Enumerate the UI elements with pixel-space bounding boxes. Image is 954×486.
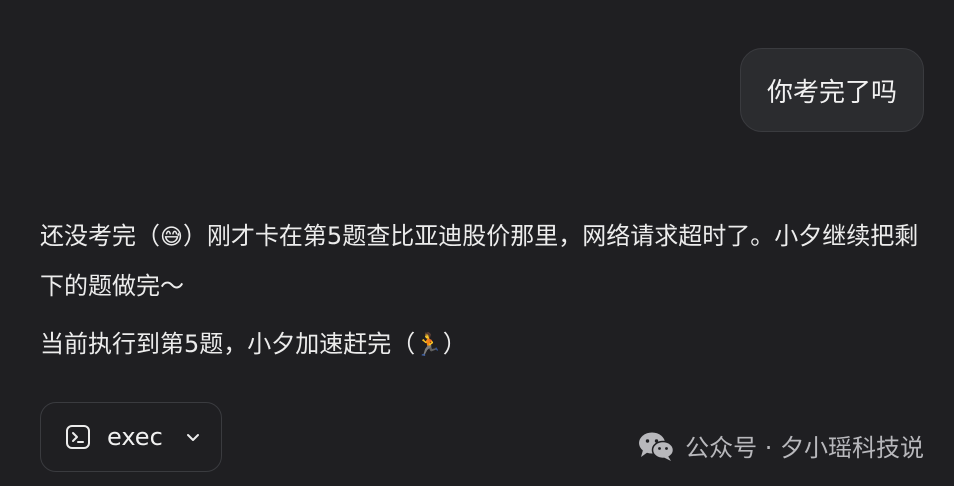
assistant-paragraph-1: 还没考完（😅）刚才卡在第5题查比亚迪股价那里，网络请求超时了。小夕继续把剩下的题…	[40, 212, 920, 310]
user-message-bubble: 你考完了吗	[739, 48, 924, 132]
exec-tool-call-button[interactable]: exec	[40, 402, 222, 472]
assistant-message: 还没考完（😅）刚才卡在第5题查比亚迪股价那里，网络请求超时了。小夕继续把剩下的题…	[40, 212, 920, 370]
sweat-smile-emoji-icon: 😅	[160, 225, 183, 250]
assistant-text: 当前执行到第5题，小夕加速赶完（	[40, 330, 416, 358]
watermark: 公众号 · 夕小瑶科技说	[637, 428, 924, 463]
chevron-down-icon	[185, 429, 201, 445]
watermark-text: 公众号 · 夕小瑶科技说	[685, 434, 924, 462]
assistant-paragraph-2: 当前执行到第5题，小夕加速赶完（🏃）	[40, 320, 920, 370]
wechat-icon	[637, 430, 675, 462]
exec-label: exec	[107, 423, 163, 451]
terminal-icon	[65, 424, 91, 450]
assistant-text: ）	[442, 330, 467, 358]
user-message-text: 你考完了吗	[766, 77, 897, 108]
assistant-text: 还没考完（	[40, 222, 160, 250]
runner-emoji-icon: 🏃	[415, 333, 443, 358]
